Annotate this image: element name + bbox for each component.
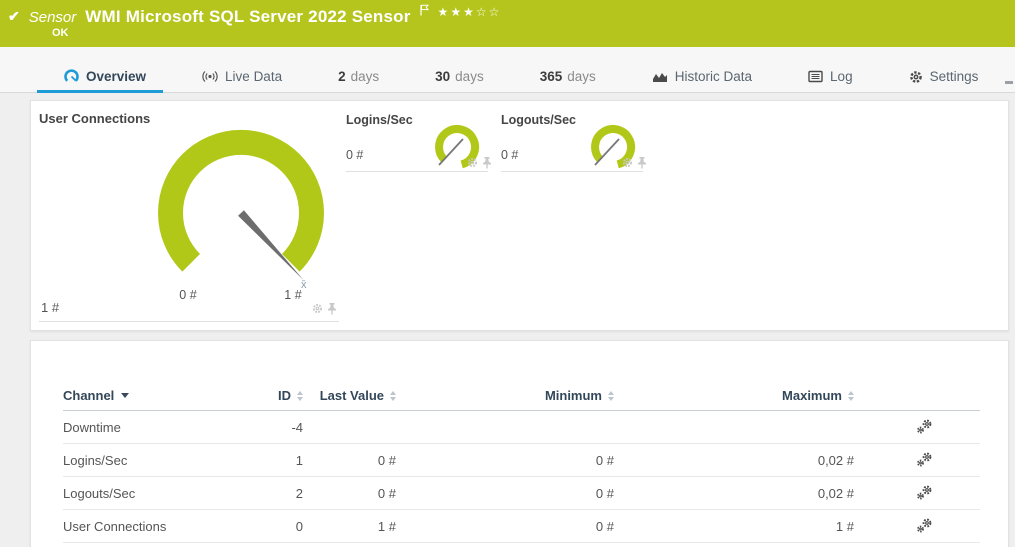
star-3[interactable]: ★ (463, 5, 476, 19)
table-row: Logins/Sec 1 0 # 0 # 0,02 # (63, 444, 980, 477)
id-cell: -4 (261, 420, 303, 435)
status-badge: OK (52, 27, 69, 39)
column-header-id[interactable]: ID (261, 388, 303, 403)
channel-cell: Logouts/Sec (63, 486, 261, 501)
column-header-maximum[interactable]: Maximum (614, 388, 854, 403)
id-cell: 1 (261, 453, 303, 468)
table-row: Logouts/Sec 2 0 # 0 # 0,02 # (63, 477, 980, 510)
tab-365-days[interactable]: 365 days (540, 61, 596, 92)
gauge-icon (64, 69, 79, 84)
tab-label: Settings (930, 69, 979, 84)
table-row: User Connections 0 1 # 0 # 1 # (63, 510, 980, 543)
user-connections-gauge[interactable]: x̄ (149, 125, 349, 297)
last-value-cell: 0 # (303, 453, 396, 468)
log-list-icon (808, 70, 823, 83)
column-header-last-value[interactable]: Last Value (303, 388, 396, 403)
tab-historic-data[interactable]: Historic Data (652, 61, 752, 92)
channel-settings-icon[interactable] (916, 452, 933, 468)
tab-live-data[interactable]: Live Data (202, 61, 282, 92)
tab-label: Live Data (225, 69, 282, 84)
pin-icon[interactable] (327, 302, 337, 315)
column-header-channel[interactable]: Channel (63, 388, 261, 403)
gauge-gear-icon[interactable] (467, 157, 478, 168)
live-broadcast-icon (202, 70, 218, 83)
minimum-cell: 0 # (396, 486, 614, 501)
column-label: Channel (63, 388, 114, 403)
gauge-gear-icon[interactable] (312, 303, 323, 314)
gauge-title-logins: Logins/Sec (346, 113, 413, 127)
column-label: Maximum (782, 388, 842, 403)
channel-cell: Logins/Sec (63, 453, 261, 468)
maximum-cell: 0,02 # (614, 486, 854, 501)
priority-stars[interactable]: ★★★☆☆ (438, 5, 502, 19)
column-label: ID (278, 388, 291, 403)
tab-2-days[interactable]: 2 days (338, 61, 379, 92)
id-cell: 2 (261, 486, 303, 501)
tab-settings[interactable]: Settings (909, 61, 979, 92)
star-4[interactable]: ☆ (476, 5, 489, 19)
flag-icon[interactable] (420, 3, 429, 21)
tab-label: Historic Data (675, 69, 752, 84)
star-1[interactable]: ★ (438, 5, 451, 19)
channels-panel: Channel ID Last Value Minimum Maximum (30, 340, 1009, 547)
table-row: Downtime -4 (63, 411, 980, 444)
column-label: Last Value (320, 388, 384, 403)
logouts-value: 0 # (501, 148, 518, 162)
gear-icon (909, 70, 923, 84)
tab-label: days (567, 69, 596, 84)
tab-label: days (455, 69, 484, 84)
divider (501, 171, 643, 172)
id-cell: 0 (261, 519, 303, 534)
column-header-minimum[interactable]: Minimum (396, 388, 614, 403)
tab-number: 30 (435, 69, 450, 84)
minimum-cell: 0 # (396, 519, 614, 534)
last-value-cell: 1 # (303, 519, 396, 534)
prtg-sensor-page: ✔ Sensor WMI Microsoft SQL Server 2022 S… (0, 0, 1015, 547)
maximum-cell: 0,02 # (614, 453, 854, 468)
column-label: Minimum (545, 388, 602, 403)
tab-label: days (351, 69, 380, 84)
minimum-cell: 0 # (396, 453, 614, 468)
gauge-title-user-connections: User Connections (39, 111, 150, 126)
sensor-title: WMI Microsoft SQL Server 2022 Sensor (85, 7, 410, 27)
tab-30-days[interactable]: 30 days (435, 61, 484, 92)
star-5[interactable]: ☆ (489, 5, 502, 19)
pin-icon[interactable] (482, 156, 492, 169)
maximum-cell: 1 # (614, 519, 854, 534)
pin-icon[interactable] (637, 156, 647, 169)
object-kind-label: Sensor (29, 9, 77, 26)
gauges-panel: User Connections x̄ 0 # 1 # 1 # Logins/S… (30, 100, 1009, 331)
tab-number: 365 (540, 69, 563, 84)
tab-label: Overview (86, 69, 146, 84)
channel-cell: Downtime (63, 420, 261, 435)
last-value-cell: 0 # (303, 486, 396, 501)
channel-settings-icon[interactable] (916, 518, 933, 534)
tab-overview[interactable]: Overview (64, 61, 146, 92)
table-header: Channel ID Last Value Minimum Maximum (63, 381, 980, 411)
sort-desc-icon (121, 393, 129, 398)
channel-settings-icon[interactable] (916, 485, 933, 501)
divider (346, 171, 488, 172)
gauge-arc (171, 142, 312, 262)
star-2[interactable]: ★ (450, 5, 463, 19)
gauge-scale-max: 1 # (271, 288, 315, 302)
gauge-scale-min: 0 # (166, 288, 210, 302)
sort-icon (848, 391, 854, 401)
sensor-header: ✔ Sensor WMI Microsoft SQL Server 2022 S… (0, 0, 1015, 47)
user-connections-value: 1 # (41, 300, 59, 315)
tab-number: 2 (338, 69, 346, 84)
status-ok-check-icon: ✔ (8, 8, 20, 25)
logins-value: 0 # (346, 148, 363, 162)
area-chart-icon (652, 70, 668, 83)
channel-settings-icon[interactable] (916, 419, 933, 435)
divider (39, 321, 339, 322)
tab-label: Log (830, 69, 853, 84)
tab-overflow-indicator[interactable] (1005, 81, 1013, 84)
tab-log[interactable]: Log (808, 61, 853, 92)
table-body: Downtime -4 Logins/Sec 1 0 # (63, 411, 980, 543)
tab-bar: Overview Live Data 2 days 30 days 365 da… (0, 47, 1015, 93)
gauge-title-logouts: Logouts/Sec (501, 113, 576, 127)
gauge-gear-icon[interactable] (622, 157, 633, 168)
channel-cell: User Connections (63, 519, 261, 534)
